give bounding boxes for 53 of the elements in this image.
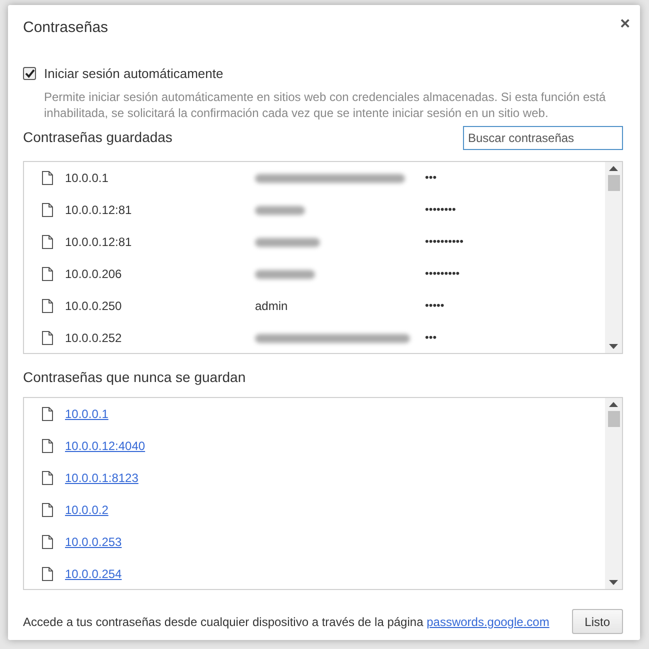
- section-heading: Contraseñas guardadas: [23, 128, 172, 147]
- search-field[interactable]: Buscar contraseñas: [463, 126, 623, 150]
- file-icon: [42, 267, 53, 281]
- site-link[interactable]: 10.0.0.254: [65, 565, 122, 583]
- scroll-thumb[interactable]: [608, 411, 620, 427]
- site-text: 10.0.0.206: [65, 266, 123, 283]
- password-dots: ••••••••••: [425, 234, 464, 250]
- password-dots: •••: [425, 330, 437, 346]
- close-button[interactable]: ×: [620, 15, 630, 32]
- blurred-username: [255, 206, 305, 214]
- site-link[interactable]: 10.0.0.253: [65, 533, 122, 551]
- description: Permite iniciar sesión automáticamente en sitios web con credenciales almacenadas. Si esta función está inhabilitada, se solicitará la confirmación cada vez que se intente iniciar sesión en un sitio web.: [44, 89, 607, 121]
- site-link[interactable]: 10.0.0.12:4040: [65, 437, 146, 455]
- site-link[interactable]: 10.0.0.2: [65, 501, 108, 519]
- section-heading: Contraseñas que nunca se guardan: [23, 368, 247, 387]
- file-icon: [42, 235, 53, 249]
- file-icon: [42, 439, 53, 453]
- checkbox[interactable]: [23, 66, 36, 80]
- file-icon: [42, 567, 53, 581]
- password-dots: •••: [425, 170, 437, 186]
- scroll-down-arrow-icon[interactable]: [609, 344, 618, 349]
- site-link[interactable]: 10.0.0.1:8123: [65, 469, 138, 487]
- file-icon: [42, 171, 53, 185]
- done-button[interactable]: Listo: [572, 609, 623, 634]
- checkbox-label: Iniciar sesión automáticamente: [44, 64, 224, 82]
- site-text: 10.0.0.12:81: [65, 234, 133, 251]
- scroll-down-arrow-icon[interactable]: [609, 580, 618, 585]
- site-text: 10.0.0.1: [65, 170, 110, 187]
- site-text: 10.0.0.12:81: [65, 202, 133, 219]
- scroll-up-arrow-icon[interactable]: [609, 166, 618, 171]
- file-icon: [42, 407, 53, 421]
- password-dots: ••••••••: [425, 202, 456, 218]
- footer-text: Accede a tus contraseñas desde cualquier dispositivo a través de la página passwords.google.com: [23, 614, 550, 630]
- blurred-username: [255, 270, 315, 278]
- site-link[interactable]: 10.0.0.1: [65, 405, 108, 423]
- site-text: 10.0.0.250: [65, 298, 123, 315]
- site-text: 10.0.0.252: [65, 330, 123, 347]
- username-text: admin: [255, 298, 288, 315]
- passwords-link[interactable]: passwords.google.com: [426, 614, 550, 628]
- file-icon: [42, 331, 53, 345]
- password-dots: •••••: [425, 298, 444, 314]
- blurred-username: [255, 238, 320, 246]
- file-icon: [42, 535, 53, 549]
- file-icon: [42, 299, 53, 313]
- scroll-thumb[interactable]: [608, 175, 620, 191]
- dialog-title: Contraseñas: [23, 18, 108, 38]
- file-icon: [42, 471, 53, 485]
- password-dots: •••••••••: [425, 266, 460, 282]
- scrollbar[interactable]: [605, 162, 622, 353]
- scrollbar[interactable]: [605, 398, 622, 589]
- file-icon: [42, 503, 53, 517]
- file-icon: [42, 203, 53, 217]
- scroll-up-arrow-icon[interactable]: [609, 402, 618, 407]
